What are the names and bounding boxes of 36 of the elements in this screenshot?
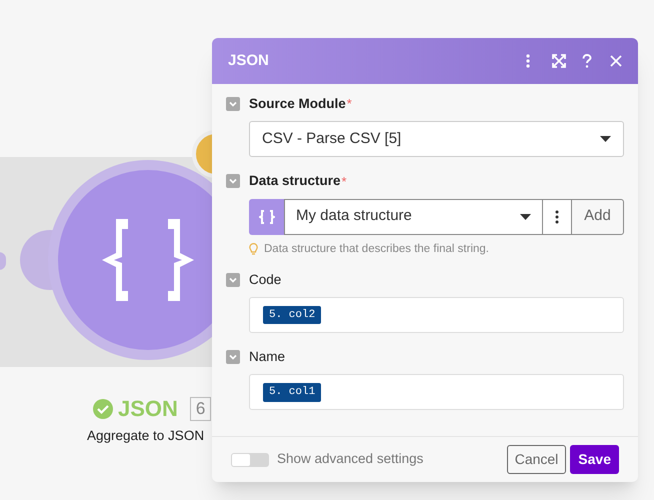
collapse-icon[interactable]: [226, 272, 240, 287]
lightbulb-icon: [249, 242, 258, 256]
collapse-icon[interactable]: [226, 97, 240, 112]
field-label: Name: [249, 348, 286, 366]
more-icon: [555, 210, 559, 224]
save-button[interactable]: Save: [570, 445, 619, 474]
toggle-label: Show advanced settings: [277, 450, 424, 468]
close-icon[interactable]: [610, 55, 622, 67]
input-field[interactable]: 5. col1: [249, 374, 624, 410]
more-button[interactable]: [543, 198, 571, 234]
field-label: Source Module: [249, 95, 346, 113]
required-mark: *: [346, 95, 352, 114]
collapse-icon[interactable]: [226, 174, 240, 188]
more-icon[interactable]: [526, 54, 530, 68]
help-icon[interactable]: [582, 54, 592, 68]
select-field[interactable]: My data structure: [284, 198, 543, 234]
add-button[interactable]: Add: [571, 198, 624, 234]
dialog-title: JSON: [228, 50, 270, 71]
select-field[interactable]: CSV - Parse CSV [5]: [249, 121, 624, 158]
structure-icon: [249, 198, 284, 234]
collapse-icon[interactable]: [226, 350, 240, 364]
field-label: Data structure: [249, 172, 341, 190]
module-id-badge: 6: [190, 396, 212, 420]
required-mark: *: [342, 172, 347, 191]
mapped-value-pill: 5. col1: [263, 383, 322, 402]
module-subtitle: Aggregate to JSON: [87, 427, 204, 445]
mapped-value-pill: 5. col2: [263, 306, 322, 324]
input-field[interactable]: 5. col2: [249, 297, 624, 333]
module-title: JSON: [118, 395, 178, 423]
field-label: Code: [249, 270, 282, 289]
toggle-switch[interactable]: [231, 452, 269, 466]
caret-icon: [600, 136, 611, 142]
cancel-button[interactable]: Cancel: [506, 445, 566, 474]
expand-icon[interactable]: [552, 54, 566, 68]
caret-icon: [520, 214, 531, 220]
hint-text: Data structure that describes the final string.: [264, 242, 489, 256]
